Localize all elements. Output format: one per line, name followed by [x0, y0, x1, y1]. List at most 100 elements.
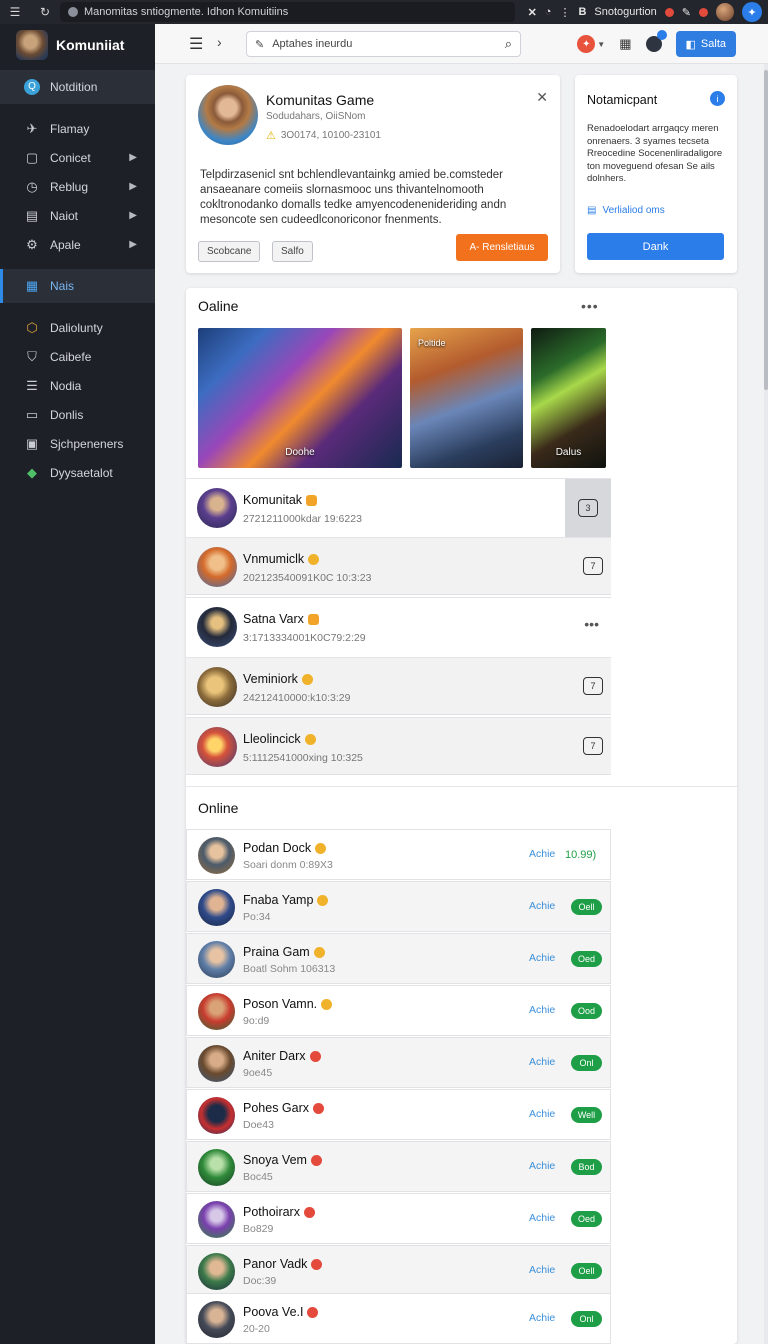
more-options-icon[interactable]: ••• [584, 616, 599, 632]
brand[interactable]: Komuniiat [0, 24, 155, 66]
history-icon[interactable]: ◔ [545, 6, 552, 18]
count-badge[interactable]: 7 [583, 557, 603, 575]
badge-icon [307, 613, 319, 625]
sidebar-item-dyysaetalot[interactable]: ◆ Dyysaetalot [0, 458, 155, 487]
user-name: Aniter Darx [243, 1049, 321, 1063]
menu-icon[interactable]: ☰ [4, 5, 26, 19]
sidebar-item-nais[interactable]: ▦ Nais [0, 269, 155, 303]
online-user-row[interactable]: Poson Vamn. 9o:d9 Achie Ood [186, 985, 611, 1036]
game-banner[interactable]: Poltide [410, 328, 523, 468]
user-meta: Boatl Sohm 106313 [243, 963, 336, 975]
list-item[interactable]: Komunitak 2721211000kdar 19:6223 3 [186, 478, 611, 537]
more-vert-icon[interactable]: ⋮ [559, 6, 570, 19]
tertiary-button[interactable]: Salfo [272, 241, 313, 262]
status-badge: Oed [571, 951, 602, 967]
scrollbar-thumb[interactable] [764, 70, 768, 390]
online-user-row[interactable]: Panor Vadk Doc:39 Achie Oell [186, 1245, 611, 1296]
online-user-row[interactable]: Pothoirarx Bo829 Achie Oed [186, 1193, 611, 1244]
sidebar-item-nodia[interactable]: ☰ Nodia [0, 371, 155, 400]
address-bar[interactable]: Manomitas sntiogmente. Idhon Komuitiins [60, 2, 515, 22]
grid-icon: ▦ [25, 278, 39, 293]
sidebar-item-donlis[interactable]: ▭ Donlis [0, 400, 155, 429]
chevron-down-icon[interactable]: ▼ [597, 40, 605, 49]
list-item[interactable]: Vnmumiclk 202123540091K0C 10:3:23 7 [186, 537, 611, 595]
info-icon[interactable]: i [710, 91, 725, 106]
search-icon[interactable]: ⌕ [505, 36, 512, 52]
user-meta: Doe43 [243, 1119, 274, 1131]
sidebar-item-reblug[interactable]: ◷ Reblug ▶ [0, 172, 155, 201]
sidebar-item-label: Caibefe [50, 349, 92, 364]
notification-bubble-icon[interactable]: ✦ [577, 35, 596, 53]
online-user-row[interactable]: Poova Ve.I 20-20 Achie Onl [186, 1293, 611, 1344]
sidebar-item-sjchpeneners[interactable]: ▣ Sjchpeneners [0, 429, 155, 458]
doc-icon: ▤ [587, 205, 597, 216]
game-banner[interactable]: Dalus [531, 328, 606, 468]
notification-action-button[interactable]: Dank [587, 233, 724, 260]
count-badge[interactable]: 7 [583, 737, 603, 755]
online-user-row[interactable]: Snoya Vem Boc45 Achie Bod [186, 1141, 611, 1192]
brand-logo [16, 30, 48, 60]
sidebar-item-flamay[interactable]: ✈ Flamay [0, 114, 155, 143]
avatar [197, 727, 237, 767]
list-item[interactable]: Veminiork 24212410000:k10:3:29 7 [186, 657, 611, 715]
sidebar-item-naiot[interactable]: ▤ Naiot ▶ [0, 201, 155, 230]
apps-grid-icon[interactable]: ▦ [619, 36, 631, 52]
online-user-row[interactable]: Fnaba Yamp Po:34 Achie Oell [186, 881, 611, 932]
save-button[interactable]: ◧ Salta [675, 31, 736, 57]
sidebar-item-apale[interactable]: ⚙ Apale ▶ [0, 230, 155, 259]
online-user-row[interactable]: Aniter Darx 9oe45 Achie Onl [186, 1037, 611, 1088]
sidebar-item-notdition[interactable]: Q Notdition [0, 70, 155, 104]
extension-b-icon[interactable]: B [578, 6, 586, 18]
close-icon[interactable]: ✕ [536, 89, 548, 106]
sidebar-item-daliolunty[interactable]: ⬡ Daliolunty [0, 313, 155, 342]
close-icon[interactable]: ✕ [528, 6, 537, 19]
notification-body: Renadoelodart arrgaqcy meren onrenaers. … [587, 123, 723, 184]
page-scrollbar[interactable] [764, 64, 768, 1344]
item-name-text: Lleolincick [243, 732, 301, 746]
more-options-icon[interactable]: ••• [581, 298, 599, 314]
shield-icon[interactable] [699, 7, 708, 17]
avatar [198, 1149, 235, 1186]
gear-icon: ⚙ [26, 236, 38, 252]
user-meta: Po:34 [243, 911, 271, 923]
user-icon[interactable] [645, 30, 667, 52]
primary-cta-button[interactable]: A- Rensletiaus [456, 234, 548, 261]
count-box[interactable]: 3 [565, 479, 611, 537]
avatar [198, 941, 235, 978]
count-badge[interactable]: 7 [583, 677, 603, 695]
community-subtitle: Sodudahars, OiiSNom [266, 111, 366, 122]
divider [186, 786, 737, 787]
site-info-icon[interactable] [68, 7, 78, 17]
reload-icon[interactable]: ↻ [34, 5, 56, 19]
secondary-button[interactable]: Scobcane [198, 241, 261, 262]
avatar [198, 1045, 235, 1082]
folder-icon: ▭ [25, 406, 39, 422]
game-banner[interactable]: Doohe [198, 328, 402, 468]
profile-avatar[interactable] [716, 3, 734, 21]
sidebar-item-label: Sjchpeneners [50, 436, 124, 451]
badge-icon [303, 1206, 315, 1218]
notification-card: Notamicpant i Renadoelodart arrgaqcy mer… [575, 75, 737, 273]
list-item[interactable]: Lleolincick 5:1112541000xing 10:325 7 [186, 717, 611, 775]
pen-icon[interactable]: ✎ [682, 6, 691, 19]
sidebar-item-conicet[interactable]: ▢ Conicet ▶ [0, 143, 155, 172]
search-input[interactable]: ✎ Aptahes ineurdu ⌕ [246, 31, 521, 57]
user-name-text: Snoya Vem [243, 1153, 307, 1167]
verified-link[interactable]: ▤ Verlialiod oms [587, 205, 665, 216]
sidebar-item-caibefe[interactable]: ⛉ Caibefe [0, 342, 155, 371]
status-label: Achie [529, 848, 556, 860]
online-user-row[interactable]: Pohes Garx Doe43 Achie Well [186, 1089, 611, 1140]
user-name: Podan Dock [243, 841, 327, 855]
item-name: Komunitak [243, 493, 318, 507]
list-item[interactable]: Satna Varx 3:1713334001K0C79:2:29 ••• [186, 597, 611, 655]
hamburger-menu-icon[interactable]: ☰ [189, 34, 203, 54]
online-user-row[interactable]: Podan Dock Soari donm 0:89X3 Achie 10.99… [186, 829, 611, 880]
online-user-row[interactable]: Praina Gam Boatl Sohm 106313 Achie Oed [186, 933, 611, 984]
chevron-right-icon[interactable]: › [217, 34, 222, 50]
q-icon: Q [24, 79, 40, 95]
status-badge: Oell [571, 1263, 602, 1279]
sidebar-item-label: Notdition [50, 80, 98, 94]
status-label: Achie [529, 1312, 556, 1324]
avatar [198, 837, 235, 874]
extension-blue-icon[interactable]: ✦ [742, 2, 762, 22]
